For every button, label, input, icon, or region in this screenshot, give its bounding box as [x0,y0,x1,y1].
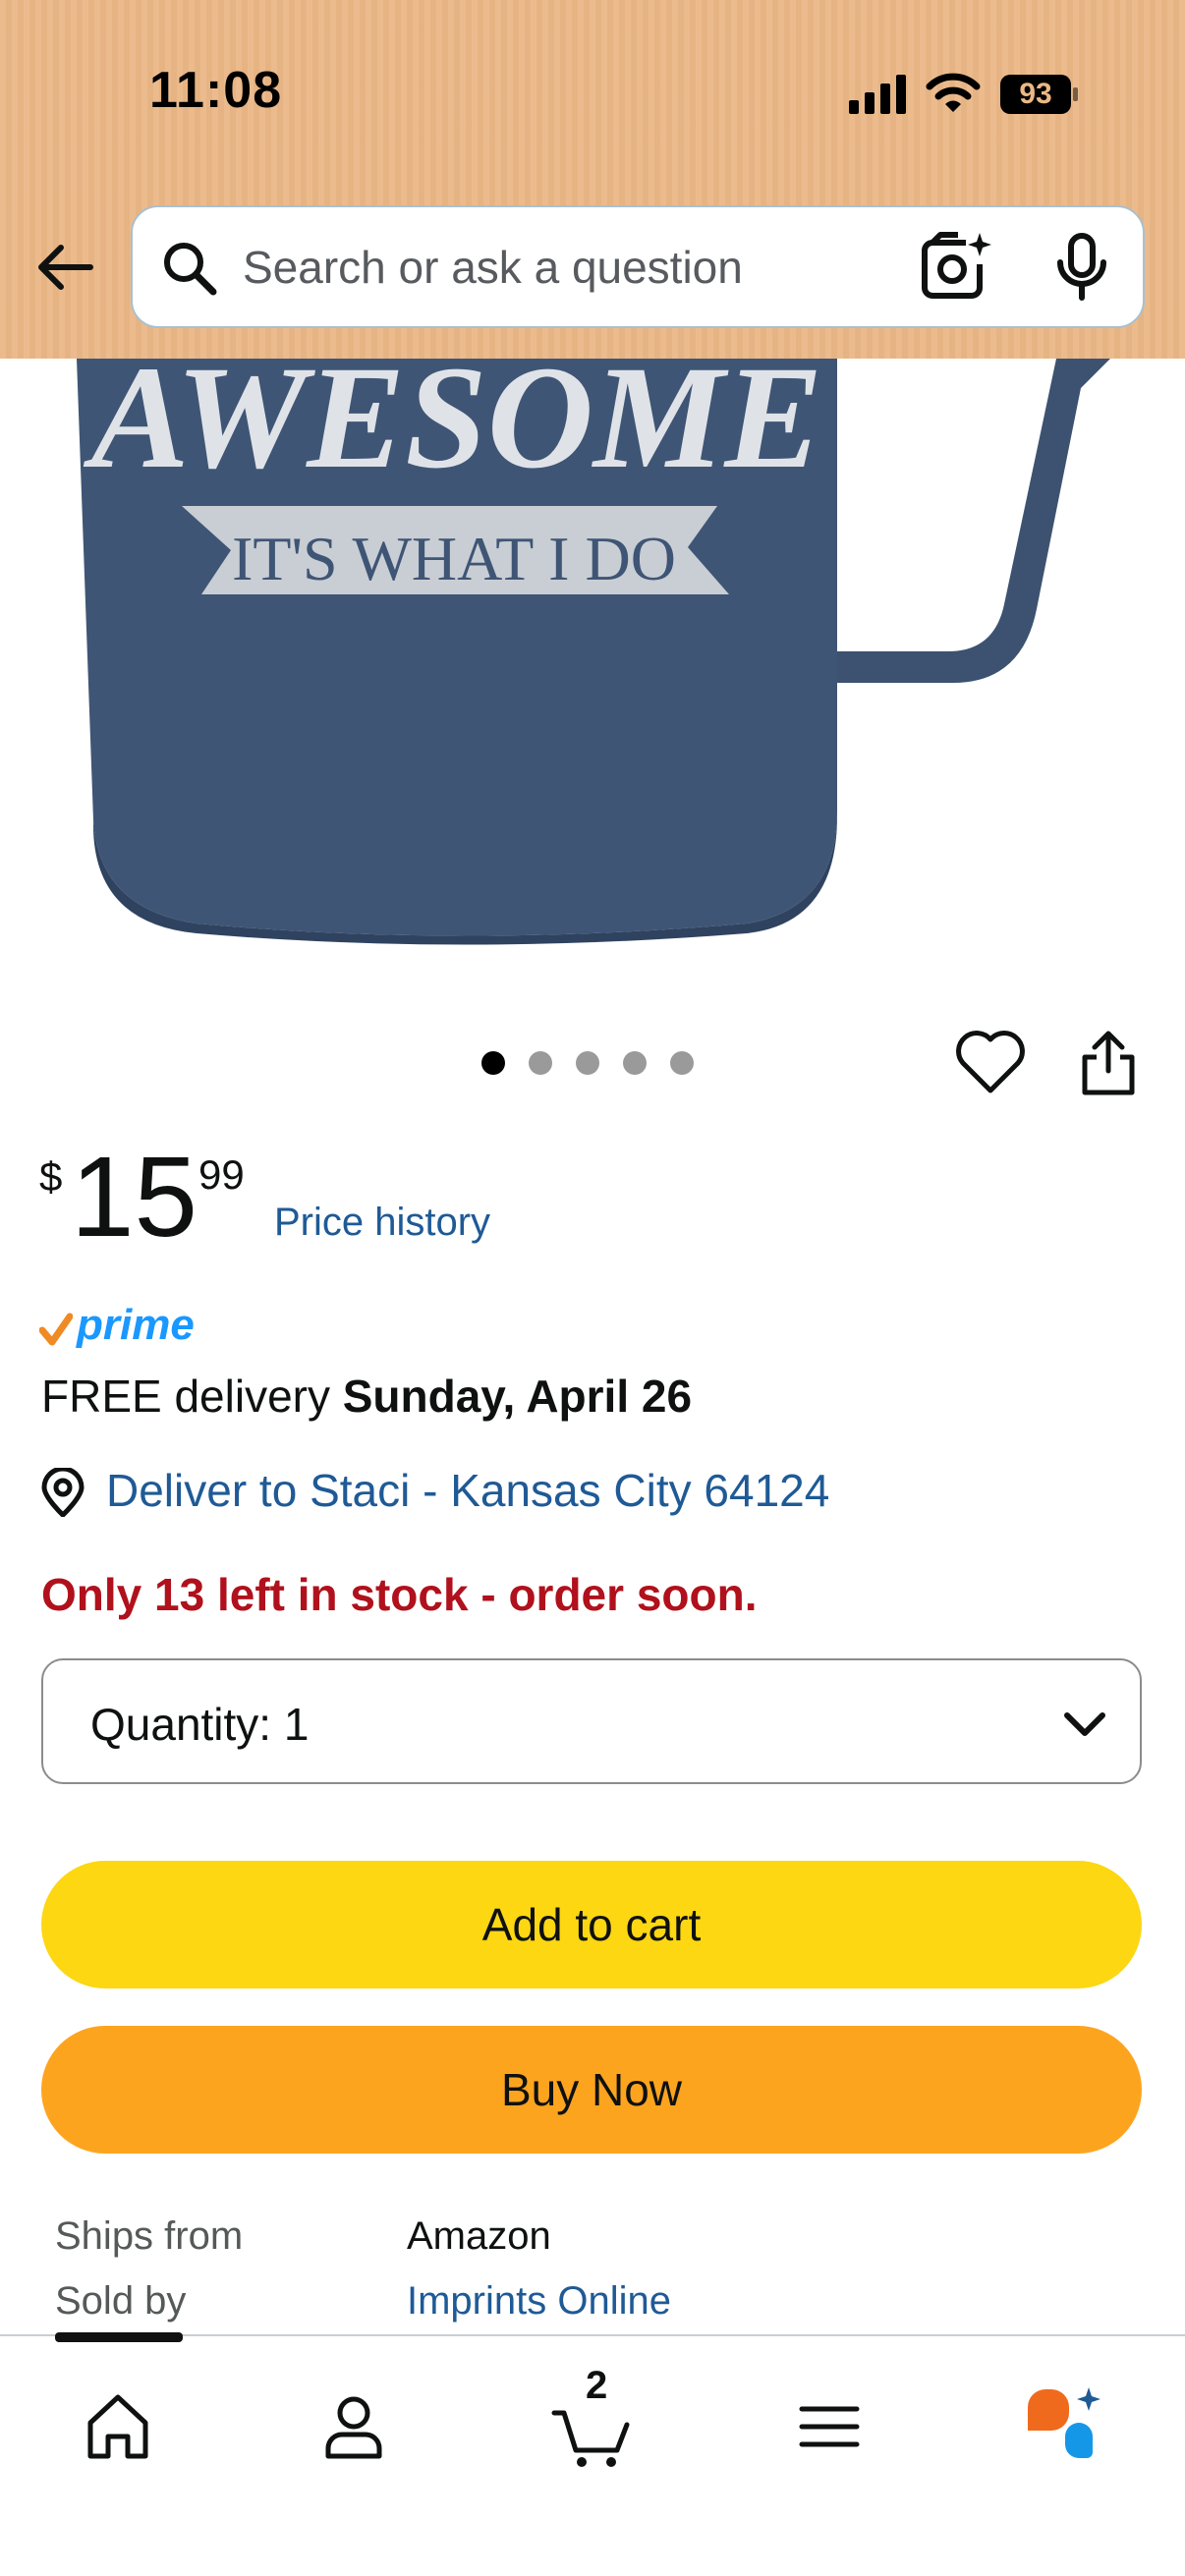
carousel-dot[interactable] [529,1051,552,1075]
heart-icon[interactable] [953,1028,1028,1096]
menu-icon[interactable] [782,2380,876,2474]
carousel-dot[interactable] [481,1051,505,1075]
delivery-date: Sunday, April 26 [342,1371,693,1422]
image-carousel-dots[interactable] [481,1051,694,1079]
carousel-dot[interactable] [576,1051,599,1075]
ships-from-label: Ships from [55,2214,244,2258]
delivery-info: FREE delivery Sunday, April 26 [41,1370,692,1423]
prime-badge: prime [39,1301,206,1350]
search-input[interactable]: Search or ask a question [243,241,743,294]
quantity-value: 1 [283,1699,310,1750]
quantity-selector[interactable]: Quantity: 1 [41,1658,1142,1784]
quantity-label-text: Quantity: [90,1699,272,1750]
status-time: 11:08 [149,62,283,119]
app-header: 11:08 93 Search or ask a question [0,0,1185,359]
cellular-signal-icon [849,75,906,114]
quantity-label: Quantity: 1 [90,1698,309,1751]
account-icon[interactable] [307,2380,401,2474]
price-history-link[interactable]: Price history [274,1201,490,1245]
cart-count-badge: 2 [586,2364,608,2407]
price-fraction: 99 [198,1151,245,1198]
battery-level: 93 [1019,78,1052,110]
mug-text-banner: IT'S WHAT I DO [232,524,676,593]
sold-by-label: Sold by [55,2279,187,2323]
back-arrow-icon[interactable] [33,236,96,299]
stock-warning: Only 13 left in stock - order soon. [41,1569,758,1620]
prime-label: prime [77,1301,195,1349]
battery-indicator: 93 [1000,75,1079,114]
camera-lens-icon[interactable] [919,231,991,304]
add-to-cart-button[interactable]: Add to cart [41,1861,1142,1988]
home-icon[interactable] [71,2380,165,2474]
bottom-navigation: 2 [0,2332,1185,2576]
search-icon [164,243,217,296]
rufus-assistant-icon[interactable] [1018,2380,1112,2474]
prime-check-icon [39,1313,73,1346]
wifi-icon [926,73,981,112]
buy-now-button[interactable]: Buy Now [41,2026,1142,2154]
microphone-icon[interactable] [1054,233,1109,302]
price-symbol: $ [39,1153,63,1200]
share-icon[interactable] [1079,1028,1138,1096]
carousel-dot[interactable] [623,1051,647,1075]
ships-from-value: Amazon [407,2214,551,2258]
delivery-prefix: FREE delivery [41,1371,330,1422]
carousel-dot[interactable] [670,1051,694,1075]
chevron-down-icon [1064,1712,1105,1736]
sold-by-link[interactable]: Imprints Online [407,2279,671,2324]
active-tab-indicator [55,2332,183,2342]
mug-text-main: AWESOME [84,359,823,499]
deliver-to-link[interactable]: Deliver to Staci - Kansas City 64124 [106,1464,829,1517]
location-pin-icon [41,1468,85,1517]
price-whole: 15 [71,1133,198,1260]
search-bar[interactable]: Search or ask a question [131,205,1145,328]
product-image[interactable]: AWESOME IT'S WHAT I DO [0,359,1185,987]
